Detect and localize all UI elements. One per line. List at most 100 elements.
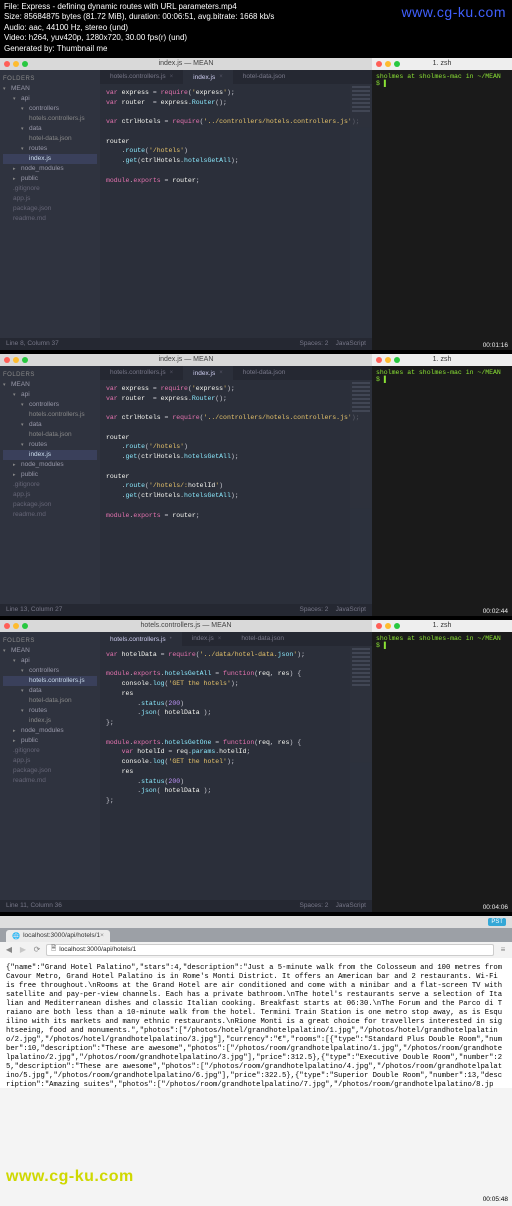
tree-public[interactable]: ▸public [3, 736, 97, 746]
terminal-prompt[interactable]: $ ▌ [372, 376, 512, 383]
tree-api[interactable]: ▾api [3, 656, 97, 666]
tree-gitignore[interactable]: .gitignore [3, 746, 97, 756]
tree-package-json[interactable]: package.json [3, 204, 97, 214]
tree-controllers[interactable]: ▾controllers [3, 666, 97, 676]
tree-root[interactable]: ▾MEAN [3, 646, 97, 656]
tree-readme[interactable]: readme.md [3, 776, 97, 786]
tree-routes[interactable]: ▾routes [3, 144, 97, 154]
status-spaces[interactable]: Spaces: 2 [299, 902, 328, 909]
tree-hotel-data[interactable]: hotel-data.json [3, 430, 97, 440]
tree-data[interactable]: ▾data [3, 686, 97, 696]
tab-controllers[interactable]: hotels.controllers.js• [100, 632, 182, 646]
tree-controllers[interactable]: ▾controllers [3, 400, 97, 410]
tree-app-js[interactable]: app.js [3, 756, 97, 766]
address-bar: ◀ ▶ ⟳ 🗎 localhost:3000/api/hotels/1 ≡ [0, 942, 512, 958]
extension-badge[interactable]: PST [488, 918, 506, 926]
code-content[interactable]: var express = require('express'); var ro… [100, 84, 372, 190]
tree-index-js[interactable]: index.js [3, 450, 97, 460]
status-lang[interactable]: JavaScript [336, 606, 366, 613]
code-editor[interactable]: hotels.controllers.js• index.js× hotel-d… [100, 632, 372, 900]
code-content[interactable]: var express = require('express'); var ro… [100, 380, 372, 525]
code-content[interactable]: var hotelData = require('../data/hotel-d… [100, 646, 372, 810]
status-lang[interactable]: JavaScript [336, 902, 366, 909]
window-title: index.js — MEAN [0, 356, 372, 363]
window-titlebar [0, 916, 512, 928]
tab-label: localhost:3000/api/hotels/1 [23, 932, 100, 939]
file-tree-sidebar[interactable]: FOLDERS ▾MEAN ▾api ▾controllers hotels.c… [0, 366, 100, 604]
forward-button[interactable]: ▶ [18, 945, 28, 955]
tree-routes[interactable]: ▾routes [3, 706, 97, 716]
tree-hotels-controllers[interactable]: hotels.controllers.js [3, 410, 97, 420]
status-spaces[interactable]: Spaces: 2 [299, 606, 328, 613]
response-body[interactable]: {"name":"Grand Hotel Palatino","stars":4… [0, 958, 512, 1088]
tree-routes[interactable]: ▾routes [3, 440, 97, 450]
tree-api[interactable]: ▾api [3, 390, 97, 400]
status-bar: Line 8, Column 37 Spaces: 2 JavaScript [0, 338, 372, 350]
tree-api[interactable]: ▾api [3, 94, 97, 104]
tree-index-js[interactable]: index.js [3, 154, 97, 164]
tree-index-js[interactable]: index.js [3, 716, 97, 726]
tab-controllers[interactable]: hotels.controllers.js× [100, 366, 183, 380]
tree-app-js[interactable]: app.js [3, 194, 97, 204]
status-spaces[interactable]: Spaces: 2 [299, 340, 328, 347]
tree-package-json[interactable]: package.json [3, 500, 97, 510]
terminal-titlebar: 1. zsh [372, 620, 512, 632]
minimap[interactable] [350, 380, 372, 604]
tab-controllers[interactable]: hotels.controllers.js× [100, 70, 183, 84]
tree-node-modules[interactable]: ▸node_modules [3, 726, 97, 736]
tree-node-modules[interactable]: ▸node_modules [3, 164, 97, 174]
frame-timestamp: 00:04:06 [483, 904, 508, 911]
tree-readme[interactable]: readme.md [3, 214, 97, 224]
tab-index[interactable]: index.js× [183, 366, 233, 380]
window-titlebar: index.js — MEAN [0, 58, 372, 70]
tree-readme[interactable]: readme.md [3, 510, 97, 520]
url-field[interactable]: 🗎 localhost:3000/api/hotels/1 [46, 944, 494, 956]
code-editor[interactable]: hotels.controllers.js× index.js× hotel-d… [100, 366, 372, 604]
tree-data[interactable]: ▾data [3, 420, 97, 430]
tree-package-json[interactable]: package.json [3, 766, 97, 776]
tree-hotels-controllers[interactable]: hotels.controllers.js [3, 114, 97, 124]
tab-close-icon[interactable]: × [100, 932, 104, 939]
file-tree-sidebar[interactable]: FOLDERS ▾MEAN ▾api ▾controllers hotels.c… [0, 632, 100, 900]
back-button[interactable]: ◀ [4, 945, 14, 955]
tree-gitignore[interactable]: .gitignore [3, 184, 97, 194]
minimap[interactable] [350, 84, 372, 338]
window-titlebar: hotels.controllers.js — MEAN [0, 620, 372, 632]
tree-hotel-data[interactable]: hotel-data.json [3, 696, 97, 706]
terminal[interactable]: sholmes at sholmes-mac in ~/MEAN $ ▌ [372, 366, 512, 616]
tree-root[interactable]: ▾MEAN [3, 380, 97, 390]
terminal[interactable]: sholmes at sholmes-mac in ~/MEAN $ ▌ [372, 70, 512, 350]
tree-hotels-controllers[interactable]: hotels.controllers.js [3, 676, 97, 686]
terminal-prompt-line: sholmes at sholmes-mac in ~/MEAN [376, 369, 501, 376]
tab-hotel-data[interactable]: hotel-data.json [233, 366, 296, 380]
menu-icon[interactable]: ≡ [498, 945, 508, 955]
tree-app-js[interactable]: app.js [3, 490, 97, 500]
status-cursor: Line 11, Column 36 [6, 902, 62, 909]
url-text: localhost:3000/api/hotels/1 [59, 946, 136, 953]
code-editor[interactable]: hotels.controllers.js× index.js× hotel-d… [100, 70, 372, 338]
tab-index[interactable]: index.js× [183, 70, 233, 84]
tab-index[interactable]: index.js× [182, 632, 232, 646]
minimap[interactable] [350, 646, 372, 900]
tree-public[interactable]: ▸public [3, 174, 97, 184]
tree-controllers[interactable]: ▾controllers [3, 104, 97, 114]
tab-hotel-data[interactable]: hotel-data.json [233, 70, 296, 84]
status-lang[interactable]: JavaScript [336, 340, 366, 347]
tab-hotel-data[interactable]: hotel-data.json [231, 632, 294, 646]
tree-public[interactable]: ▸public [3, 470, 97, 480]
file-tree-sidebar[interactable]: FOLDERS ▾MEAN ▾api ▾controllers hotels.c… [0, 70, 100, 338]
terminal-prompt[interactable]: $ ▌ [372, 642, 512, 649]
tree-root[interactable]: ▾MEAN [3, 84, 97, 94]
tree-data[interactable]: ▾data [3, 124, 97, 134]
page-icon: 🗎 [51, 944, 56, 955]
tree-node-modules[interactable]: ▸node_modules [3, 460, 97, 470]
tree-hotel-data[interactable]: hotel-data.json [3, 134, 97, 144]
status-cursor: Line 8, Column 37 [6, 340, 59, 347]
tree-gitignore[interactable]: .gitignore [3, 480, 97, 490]
reload-button[interactable]: ⟳ [32, 945, 42, 955]
meta-video: Video: h264, yuv420p, 1280x720, 30.00 fp… [4, 33, 508, 43]
terminal-prompt[interactable]: $ ▌ [372, 80, 512, 87]
browser-tab[interactable]: 🌐 localhost:3000/api/hotels/1 × [6, 930, 110, 942]
terminal-titlebar: 1. zsh [372, 58, 512, 70]
terminal[interactable]: sholmes at sholmes-mac in ~/MEAN $ ▌ [372, 632, 512, 912]
